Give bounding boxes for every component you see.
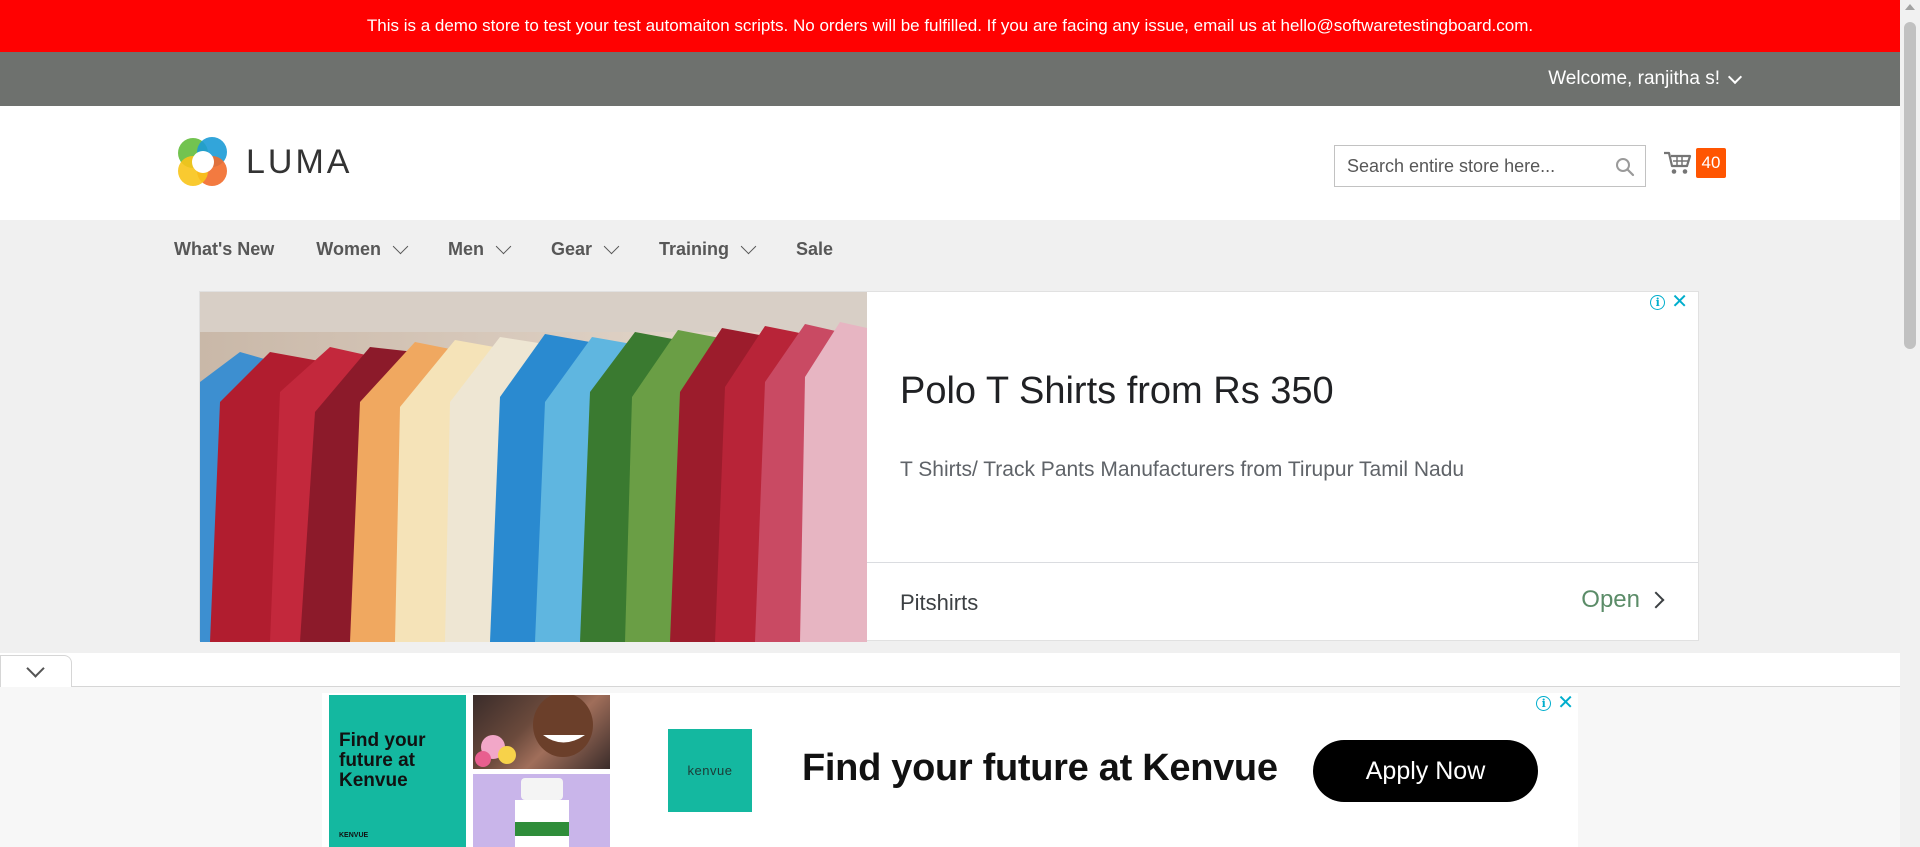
ad-image-shirts[interactable] [200, 292, 867, 642]
demo-notice-banner: This is a demo store to test your test a… [0, 0, 1900, 52]
logo-text: LUMA [246, 142, 353, 181]
scroll-up-arrow-icon[interactable] [1905, 4, 1915, 10]
shopping-cart-icon [1664, 151, 1692, 174]
nav-item-women[interactable]: Women [316, 238, 409, 260]
kenvue-logo: kenvue [668, 729, 752, 812]
ad-choices: i ✕ [1650, 292, 1688, 312]
customer-menu-toggle[interactable]: Welcome, ranjitha s! [1548, 68, 1743, 90]
shirts-photo [200, 292, 867, 642]
nav-item-training[interactable]: Training [659, 238, 757, 260]
chevron-down-icon [26, 659, 45, 678]
chevron-down-icon [1727, 69, 1743, 84]
chevron-right-icon [1647, 591, 1665, 609]
nav-item-whats-new[interactable]: What's New [174, 239, 274, 260]
kenvue-logo-text: kenvue [687, 763, 733, 778]
nav-item-label: Men [447, 239, 484, 259]
ad-description: T Shirts/ Track Pants Manufacturers from… [900, 458, 1465, 481]
ad-panel-kenvue: Find your future at Kenvue KENVUE [329, 695, 466, 847]
ad-footer: Pitshirts Open [867, 562, 1698, 642]
ad-title[interactable]: Polo T Shirts from Rs 350 [900, 370, 1334, 413]
ad-choices: i ✕ [1536, 693, 1574, 713]
chevron-down-icon [603, 238, 620, 255]
luma-logo-link[interactable]: LUMA [174, 133, 352, 191]
page-header: LUMA 40 [0, 106, 1900, 220]
welcome-message: Welcome, ranjitha s! [1548, 68, 1720, 89]
nav-item-label: What's New [174, 239, 275, 259]
nav-item-label: Gear [550, 239, 592, 259]
ad-photo-product [473, 774, 610, 847]
apply-now-button[interactable]: Apply Now [1313, 740, 1538, 802]
nav-item-gear[interactable]: Gear [550, 238, 620, 260]
ad-text-area: Polo T Shirts from Rs 350 T Shirts/ Trac… [867, 292, 1698, 562]
ad-panel-logo: KENVUE [339, 832, 369, 839]
nav-item-men[interactable]: Men [447, 238, 512, 260]
cart-count-badge: 40 [1696, 148, 1726, 178]
nav-item-label: Sale [796, 239, 834, 259]
panel-header: Welcome, ranjitha s! [0, 52, 1900, 106]
display-ad-kenvue[interactable]: Find your future at Kenvue KENVUE kenvue… [322, 693, 1578, 847]
luma-logo-icon [178, 137, 227, 186]
minicart-link[interactable]: 40 [1663, 148, 1726, 178]
chevron-down-icon [495, 238, 512, 255]
apply-now-label: Apply Now [1365, 756, 1486, 785]
scrollbar-thumb[interactable] [1904, 22, 1916, 349]
info-icon[interactable]: i [1536, 695, 1552, 711]
nav-item-sale[interactable]: Sale [796, 239, 833, 260]
close-icon[interactable]: ✕ [1671, 292, 1688, 312]
search-input[interactable] [1335, 146, 1645, 186]
chevron-down-icon [392, 238, 409, 255]
ad-open-label: Open [1581, 586, 1640, 613]
ad-open-button[interactable]: Open [1581, 586, 1665, 614]
info-icon[interactable]: i [1650, 294, 1666, 310]
ad-photo-person [473, 695, 610, 769]
ad-advertiser-name: Pitshirts [900, 590, 979, 615]
ad-panel-text: Find your future at Kenvue [339, 730, 426, 791]
main-navigation: What's New Women Men Gear Training Sale [0, 220, 1900, 279]
display-ad-polo: Polo T Shirts from Rs 350 T Shirts/ Trac… [199, 291, 1699, 642]
chevron-down-icon [740, 238, 757, 255]
search-icon[interactable] [1615, 157, 1635, 177]
nav-item-label: Training [659, 239, 730, 259]
demo-notice-text: This is a demo store to test your test a… [366, 16, 1534, 35]
anchor-ad-collapse-tab[interactable] [0, 655, 72, 687]
ad-headline: Find your future at Kenvue [802, 747, 1278, 789]
close-icon[interactable]: ✕ [1557, 693, 1574, 713]
search-box [1334, 145, 1646, 187]
nav-item-label: Women [316, 239, 381, 259]
